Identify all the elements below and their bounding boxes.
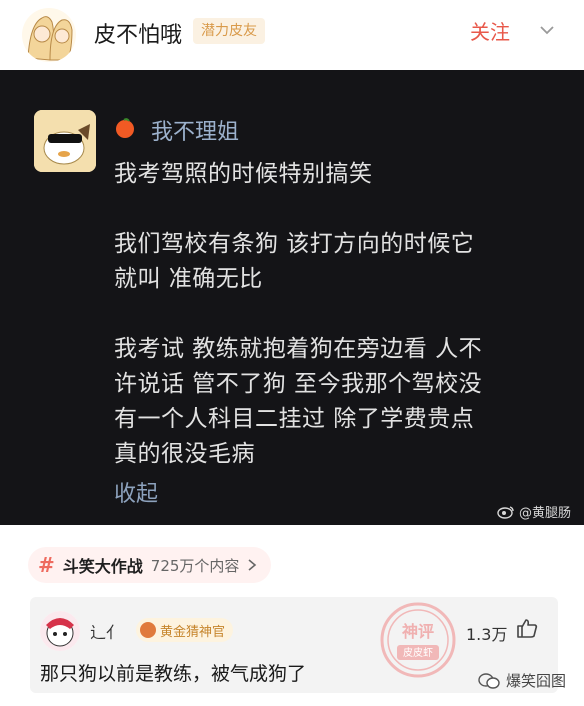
post-text-line: 我们驾校有条狗 该打方向的时候它 [114, 231, 475, 257]
commenter-name[interactable]: 辶亻 [90, 619, 122, 643]
weibo-watermark: @黄腿肠 [497, 502, 571, 521]
god-comment-stamp: 神评 皮皮虾 [380, 602, 456, 678]
post-author-avatar [34, 110, 96, 172]
post-text-line: 真的很没毛病 [114, 441, 255, 467]
chevron-right-icon [248, 559, 257, 571]
comment-text: 那只狗以前是教练，被气成狗了 [40, 663, 307, 685]
stamp-text-bottom: 皮皮虾 [403, 646, 433, 659]
badge-icon [140, 622, 156, 638]
brand-name: 爆笑囧图 [506, 672, 567, 690]
watermark-text: @黄腿肠 [519, 506, 572, 521]
post-text-line: 我考试 教练就抱着狗在旁边看 人不 [114, 336, 483, 362]
post-header: 皮不怕哦 潜力皮友 关注 [0, 0, 584, 70]
brand-watermark: 爆笑囧图 [478, 670, 566, 691]
commenter-badge: 黄金猜神官 [136, 618, 234, 642]
stamp-text-top: 神评 [402, 622, 434, 641]
like-count: 1.3万 [466, 625, 508, 644]
post-text-line: 有一个人科目二挂过 除了学费贵点 [114, 406, 475, 432]
follow-button[interactable]: 关注 [470, 16, 510, 45]
chevron-down-icon[interactable] [539, 22, 555, 38]
post-text-line: 许说话 管不了狗 至今我那个驾校没 [114, 371, 483, 397]
topic-title: 斗笑大作战 [62, 557, 143, 576]
post-text-line: 就叫 准确无比 [114, 266, 263, 292]
thumbs-up-icon[interactable] [516, 617, 538, 639]
collapse-link[interactable]: 收起 [114, 476, 158, 508]
user-avatar[interactable] [22, 8, 76, 62]
commenter-badge-label: 黄金猜神官 [160, 624, 226, 640]
topic-count: 725万个内容 [150, 556, 240, 575]
commenter-avatar[interactable] [40, 611, 80, 651]
post-author-name[interactable]: 我不理姐 [151, 114, 239, 146]
weibo-icon [497, 505, 514, 519]
orange-emoji-icon [116, 118, 134, 138]
hashtag-icon: # [38, 553, 55, 577]
user-badge: 潜力皮友 [193, 18, 265, 44]
post-text-line: 我考驾照的时候特别搞笑 [114, 161, 373, 187]
topic-pill[interactable]: # 斗笑大作战 725万个内容 [28, 547, 272, 583]
post-content-image[interactable]: 我不理姐 我考驾照的时候特别搞笑 我们驾校有条狗 该打方向的时候它 就叫 准确无… [0, 70, 584, 525]
username[interactable]: 皮不怕哦 [94, 17, 182, 49]
wechat-icon [478, 672, 500, 689]
